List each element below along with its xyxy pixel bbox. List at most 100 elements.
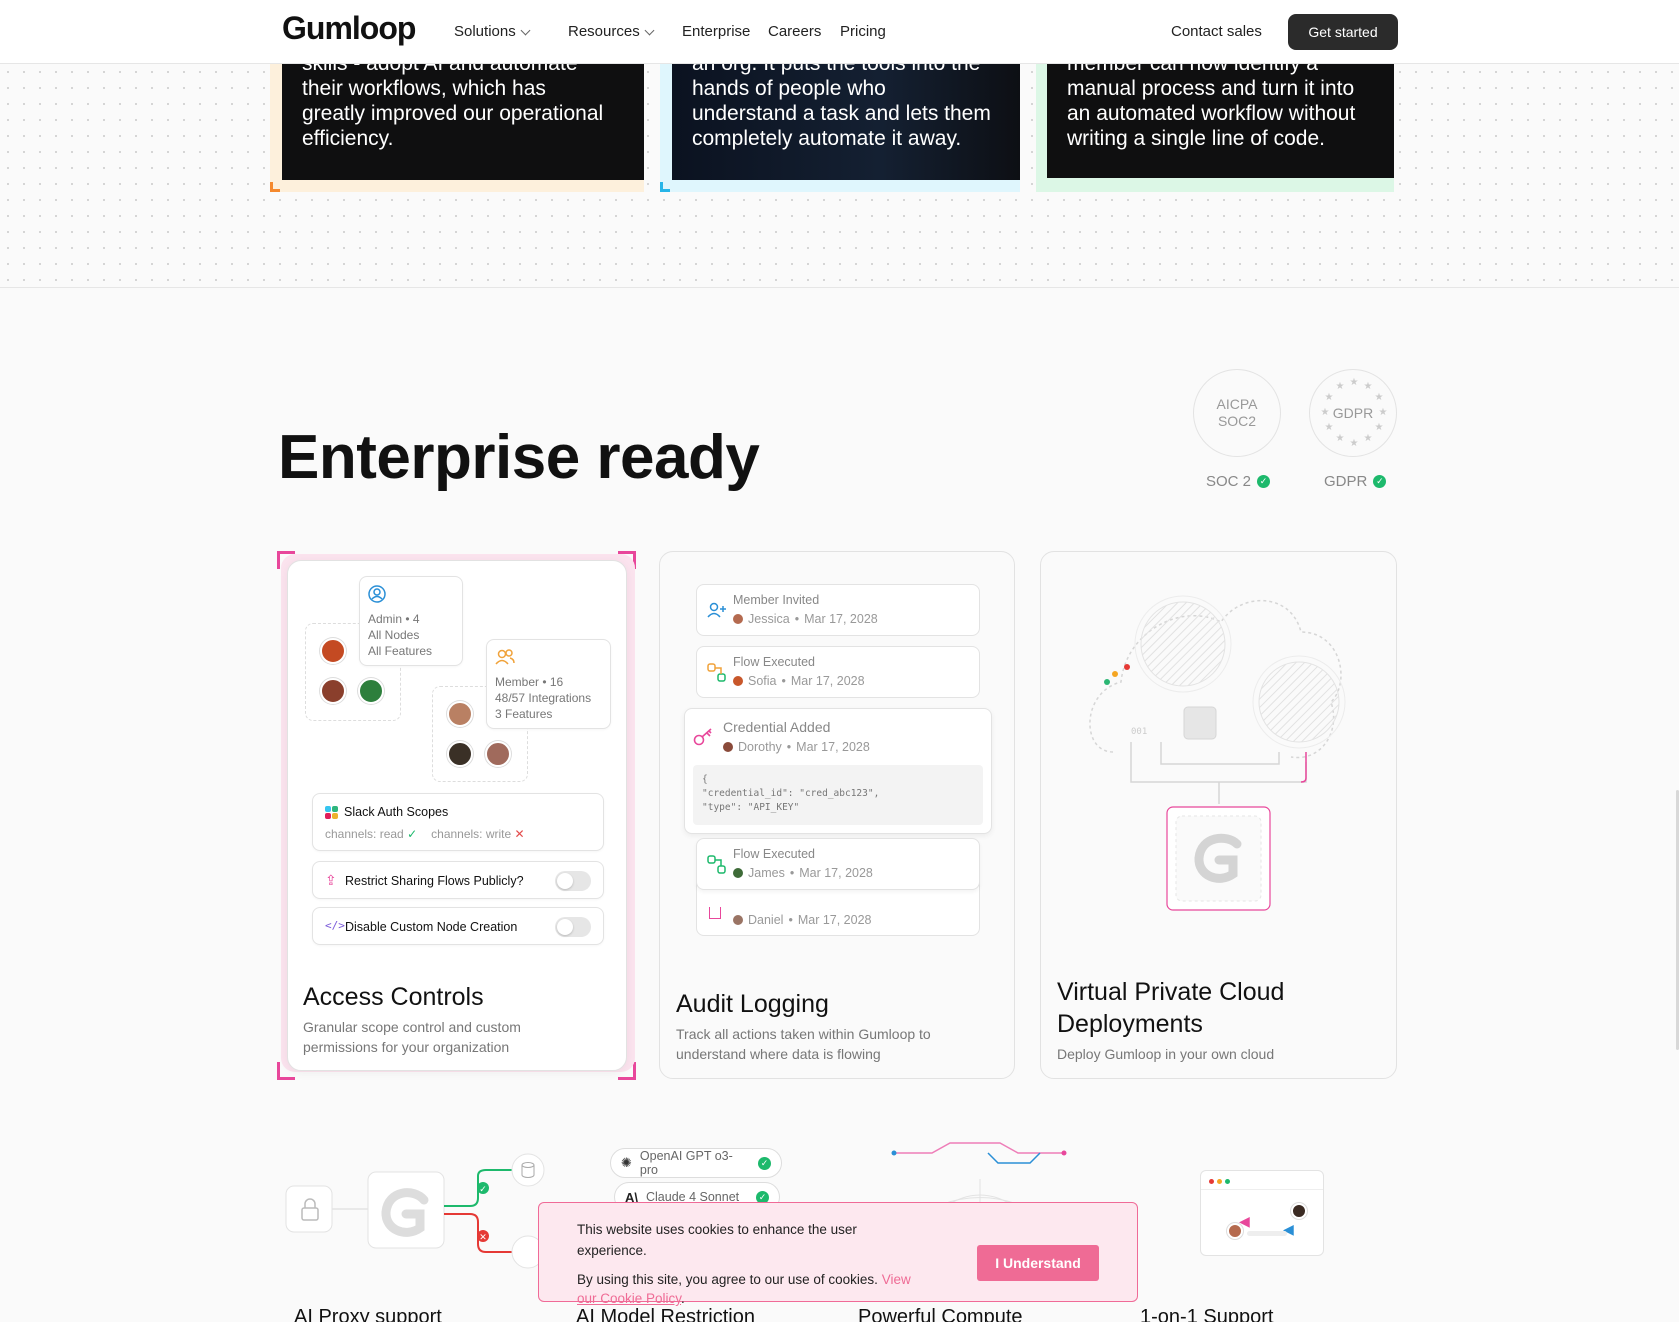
vpc-deployments-card[interactable]: 001 Virtual Private Cloud Deployments De… [1040,551,1397,1079]
event-date: Mar 17, 2028 [797,913,872,927]
avatar [320,678,346,704]
disable-toggle[interactable] [555,917,591,937]
chevron-down-icon [644,25,655,35]
gdpr-label-text: GDPR [1324,473,1368,490]
testimonial-section: skills - adopt AI and automate their wor… [0,64,1679,288]
disable-custom-node-row[interactable]: </> Disable Custom Node Creation [312,907,604,945]
model-name: OpenAI GPT o3-pro [639,1149,733,1177]
feature-title: Virtual Private Cloud Deployments [1057,976,1284,1040]
member-integrations: 48/57 Integrations [495,691,592,705]
corner-accent [270,182,280,192]
event-user: Daniel [748,913,784,927]
event-user: Dorothy [738,740,782,754]
i-understand-button[interactable]: I Understand [977,1245,1099,1281]
gdpr-label: GDPR ✓ [1324,473,1387,490]
key-icon [693,728,712,746]
user-plus-icon [707,602,726,618]
svg-text:★: ★ [1375,422,1384,433]
feature-title: AI Proxy support [294,1306,442,1322]
cookie-line: experience. [577,1243,647,1258]
event-meta: James • Mar 17, 2028 [733,866,873,880]
model-chip[interactable]: ✺ OpenAI GPT o3-pro ✓ [610,1148,782,1178]
chevron-down-icon [520,25,531,35]
nav-solutions[interactable]: Solutions [454,23,531,40]
ai-proxy-illustration: ✓ ✕ [285,1153,545,1269]
avatar [733,915,743,925]
avatar [723,742,733,752]
avatar [447,701,473,727]
code-tag: 001 [1131,727,1148,737]
svg-text:★: ★ [1379,407,1388,418]
audit-log-entry-expanded: Credential Added Dorothy • Mar 17, 2028 { … [684,708,992,834]
quote-line: an org. It puts the tools into the [692,64,1000,76]
nav-resources-label: Resources [568,23,640,40]
cookie-policy-link[interactable]: our Cookie Policy [577,1291,681,1306]
event-meta: Jessica • Mar 17, 2028 [733,612,878,626]
bookmark-icon [709,907,721,919]
svg-text:★: ★ [1350,438,1359,449]
event-meta: Daniel • Mar 17, 2028 [733,913,872,927]
event-user: Sofia [748,674,777,688]
slack-auth-scopes-panel[interactable]: Slack Auth Scopes channels: read ✓ chann… [312,793,604,851]
event-date: Mar 17, 2028 [796,740,870,754]
contact-sales-link[interactable]: Contact sales [1171,23,1262,40]
cookie-policy-link[interactable]: View [882,1272,911,1287]
soc2-label: SOC 2 ✓ [1206,473,1271,490]
title-line: Virtual Private Cloud [1057,978,1285,1006]
admin-features: All Features [368,644,433,658]
avatar [733,868,743,878]
feature-desc: Granular scope control and custom permis… [303,1017,521,1057]
brand-logo[interactable]: Gumloop [282,10,416,47]
credential-code-block: { "credential_id": "cred_abc123", "type"… [693,765,983,825]
support-illustration: ◀ ◀ [1200,1170,1324,1256]
audit-log-entry: Flow Executed James • Mar 17, 2028 [696,838,980,890]
quote-line: understand a task and lets them [692,102,991,125]
nav-resources[interactable]: Resources [568,23,655,40]
svg-text:★: ★ [1364,381,1373,392]
svg-text:★: ★ [1336,381,1345,392]
scope-write: channels: write ✕ [431,827,524,841]
soc2-badge-circle: AICPA SOC2 [1193,369,1281,457]
window-dots [1209,1179,1230,1184]
nav-enterprise[interactable]: Enterprise [682,23,750,40]
event-title: Flow Executed [733,655,815,669]
svg-text:★: ★ [1336,433,1345,444]
access-controls-card[interactable]: Admin • 4 All Nodes All Features Member … [287,560,627,1071]
restrict-toggle[interactable] [555,871,591,891]
nav-careers[interactable]: Careers [768,23,821,40]
cookie-line: our Cookie Policy. [577,1288,937,1309]
quote-line: an automated workflow without [1067,102,1356,125]
x-icon: ✕ [514,827,525,841]
admin-role-popover: Admin • 4 All Nodes All Features [359,576,463,666]
corner-accent [660,182,670,192]
testimonial-card[interactable]: member can now identify a manual process… [1047,64,1394,178]
quote-line: hands of people who [692,77,886,100]
code-icon: </> [325,919,345,932]
users-icon [495,649,515,665]
avatar [358,678,384,704]
feature-title: 1-on-1 Support [1140,1306,1274,1322]
event-date: Mar 17, 2028 [790,674,865,688]
audit-logging-card[interactable]: Member Invited Jessica • Mar 17, 2028 Flow… [659,551,1015,1079]
check-icon: ✓ [1373,475,1387,488]
avatar [447,741,473,767]
feature-desc: Deploy Gumloop in your own cloud [1057,1046,1275,1062]
get-started-button[interactable]: Get started [1288,14,1398,50]
event-title: Flow Executed [733,847,815,861]
cursor-icon: ◀ [1239,1213,1250,1229]
avatar [1291,1203,1307,1219]
member-features: 3 Features [495,707,553,721]
restrict-sharing-row[interactable]: ⇪ Restrict Sharing Flows Publicly? [312,861,604,899]
badge-text: AICPA [1216,396,1258,412]
desc-line: Granular scope control and custom [303,1019,521,1035]
testimonial-card[interactable]: an org. It puts the tools into the hands… [672,64,1020,180]
top-navbar: Gumloop Solutions Resources Enterprise C… [0,0,1679,64]
svg-text:★: ★ [1350,377,1359,388]
testimonial-card[interactable]: skills - adopt AI and automate their wor… [282,64,644,180]
check-icon: ✓ [758,1156,771,1170]
cookie-line: By using this site, you agree to our use… [577,1269,937,1290]
soc2-label-text: SOC 2 [1206,473,1252,490]
nav-pricing[interactable]: Pricing [840,23,886,40]
admin-nodes: All Nodes [368,628,420,642]
title-line: Deployments [1057,1010,1203,1038]
